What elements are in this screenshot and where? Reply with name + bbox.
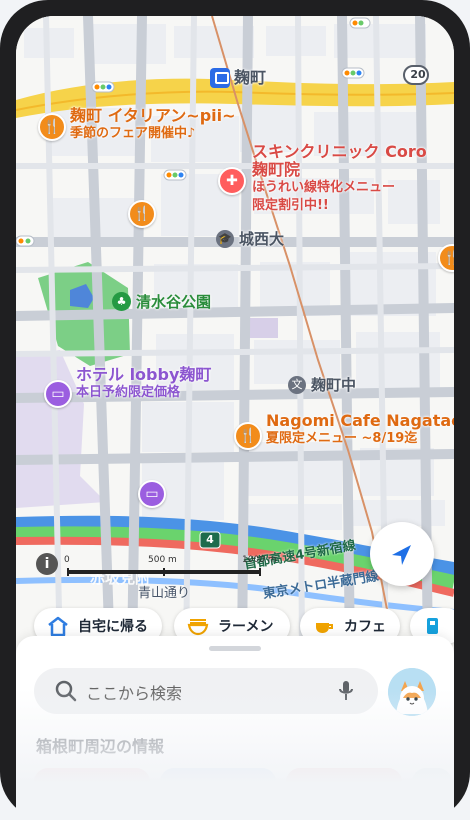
info-card-blue[interactable]: [160, 768, 276, 818]
home-chip-label: 自宅に帰る: [78, 619, 148, 635]
school-poi[interactable]: 文 麹町中: [288, 376, 356, 394]
info-card-pink[interactable]: [34, 768, 150, 818]
search-icon: [55, 680, 77, 702]
nearby-section-title: 箱根町周辺の情報: [36, 737, 165, 756]
scale-zero-label: 0: [64, 555, 70, 565]
cafe-note: 夏限定メニュー ~8/19迄: [266, 431, 418, 446]
cafe-name: Nagomi Cafe Nagatach: [266, 411, 454, 430]
ramen-chip-label: ラーメン: [218, 619, 274, 635]
route-number-20: 20: [410, 68, 426, 81]
station-label[interactable]: 麹町: [210, 68, 266, 88]
clinic-icon: ✚: [218, 167, 246, 195]
school-icon: 🎓: [216, 230, 234, 248]
gas-station-icon: [422, 615, 446, 637]
navigation-arrow-icon: [392, 545, 411, 565]
cafe-chip-label: カフェ: [344, 619, 386, 635]
clinic-note: ほうれい線特化メニュー: [252, 180, 396, 195]
search-placeholder: ここから検索: [86, 684, 183, 703]
bottom-sheet[interactable]: ここから検索 箱根町周辺の情報: [16, 636, 454, 820]
current-location-button[interactable]: [370, 522, 434, 586]
junior-high-icon: 文: [288, 376, 306, 394]
info-icon[interactable]: i: [36, 553, 58, 575]
university-poi[interactable]: 🎓 城西大: [216, 230, 284, 248]
info-card-rose[interactable]: [286, 768, 402, 818]
scale-tick-left: [67, 568, 69, 576]
restaurant-icon: 🍴: [38, 113, 66, 141]
search-bar[interactable]: ここから検索: [34, 668, 378, 714]
clinic-name: スキンクリニック Coro: [252, 142, 427, 161]
scale-bar: i 0 500 m 1000 m: [36, 552, 281, 584]
school-name: 麹町中: [311, 376, 357, 394]
scale-tick-right: [259, 568, 261, 576]
clinic-note-line-2: 限定割引中!!: [252, 198, 329, 213]
cafe-restaurant-icon: 🍴: [234, 422, 262, 450]
italian-note: 季節のフェア開催中♪: [70, 126, 196, 141]
ramen-icon: [186, 615, 210, 637]
map-screen: 麹町 20 🍴 麹町 イタリアン~pii~ 季節のフェア開催中♪ ✚ スキンクリ…: [16, 16, 454, 820]
cat-avatar-icon: [388, 668, 436, 716]
phone-frame: 麹町 20 🍴 麹町 イタリアン~pii~ 季節のフェア開催中♪ ✚ スキンクリ…: [0, 0, 470, 820]
scale-mid-label: 500 m: [148, 555, 177, 565]
microphone-icon[interactable]: [336, 679, 356, 703]
station-name: 麹町: [234, 68, 267, 87]
hotel-note: 本日予約限定価格: [76, 385, 181, 400]
park-poi[interactable]: ♣ 清水谷公園: [112, 292, 211, 311]
park-name: 清水谷公園: [136, 292, 212, 311]
user-avatar[interactable]: [388, 668, 436, 716]
home-icon: [46, 615, 70, 637]
restaurant-marker[interactable]: 🍴: [128, 200, 156, 228]
nearby-info-cards: [34, 768, 454, 818]
scale-tick-mid: [163, 568, 165, 576]
route-number-4: 4: [206, 533, 214, 546]
subway-station-icon: [210, 68, 230, 88]
hotel-name: ホテル lobby麹町: [76, 365, 212, 384]
coffee-icon: [312, 615, 336, 637]
university-name: 城西大: [239, 230, 285, 248]
scale-end-label: 1000 m: [242, 555, 277, 565]
sheet-handle[interactable]: [209, 646, 261, 651]
italian-name: 麹町 イタリアン~pii~: [70, 106, 236, 125]
clinic-name-line-2: 麹町院: [252, 160, 301, 179]
hotel-bed-icon: ▭: [44, 380, 72, 408]
info-card-partial[interactable]: [412, 768, 452, 818]
hotel-marker[interactable]: ▭: [138, 480, 166, 508]
park-tree-icon: ♣: [112, 292, 131, 311]
